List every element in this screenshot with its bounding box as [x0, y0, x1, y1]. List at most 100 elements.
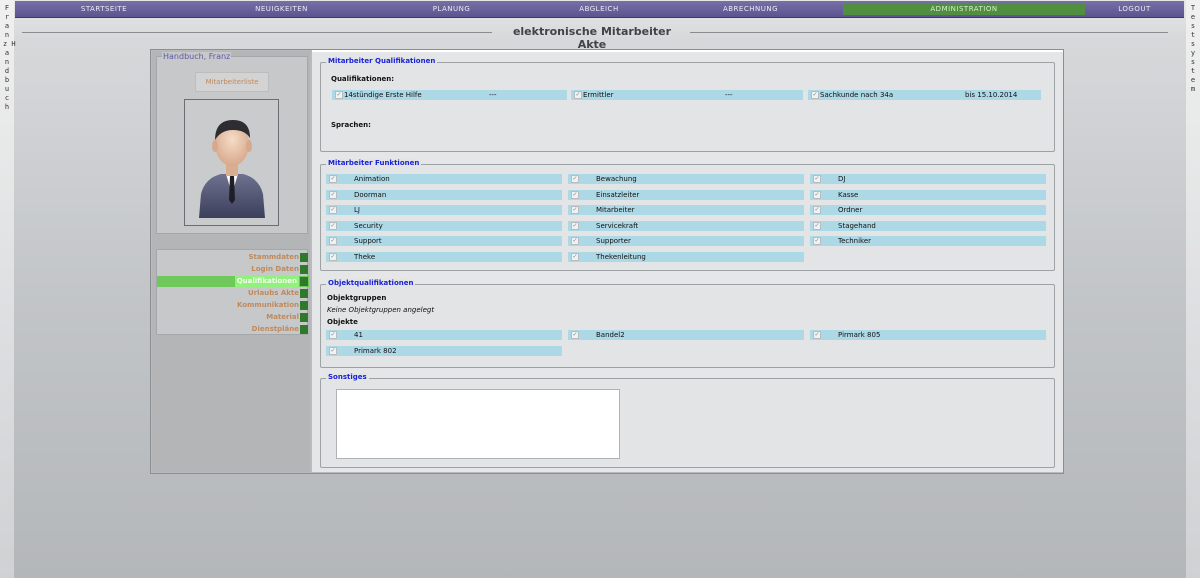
- function-item-label: Supporter: [596, 237, 631, 245]
- checkbox[interactable]: ✓: [329, 206, 337, 214]
- system-vertical-strip: Testsystem: [1186, 0, 1200, 578]
- checkbox[interactable]: ✓: [813, 237, 821, 245]
- function-item: ✓ Mitarbeiter: [568, 205, 804, 215]
- system-vertical-text: Testsystem: [1190, 4, 1196, 93]
- objects-legend: Objektqualifikationen: [326, 279, 416, 287]
- nav-item-startseite[interactable]: STARTSEITE: [15, 4, 193, 15]
- function-item: ✓ Animation: [326, 174, 562, 184]
- function-item-label: Kasse: [838, 190, 859, 199]
- checkbox[interactable]: ✓: [571, 190, 579, 199]
- checkbox[interactable]: ✓: [571, 331, 579, 339]
- function-item-label: Security: [354, 221, 383, 230]
- nav-item-abgleich[interactable]: ABGLEICH: [533, 4, 665, 15]
- checkbox[interactable]: ✓: [329, 221, 337, 230]
- checkbox[interactable]: ✓: [571, 252, 579, 261]
- checkbox[interactable]: ✓: [335, 91, 343, 99]
- nav-item-neuigkeiten[interactable]: NEUIGKEITEN: [193, 4, 370, 15]
- function-item: ✓ DJ: [810, 174, 1046, 184]
- menu-marker-icon: [300, 277, 308, 286]
- objects-label: Objekte: [327, 318, 358, 326]
- menu-item-qualifikationen[interactable]: Qualifikationen: [157, 276, 309, 287]
- qualification-name: 14stündige Erste Hilfe: [344, 91, 422, 99]
- function-item: ✓ Supporter: [568, 236, 804, 246]
- side-menu: Stammdaten Login Daten Qualifikationen U…: [156, 249, 309, 335]
- checkbox[interactable]: ✓: [813, 190, 821, 199]
- function-item: ✓ Bewachung: [568, 174, 804, 184]
- object-item: ✓ Bandel2: [568, 330, 804, 340]
- menu-item-stammdaten[interactable]: Stammdaten: [157, 252, 309, 263]
- checkbox[interactable]: ✓: [571, 237, 579, 245]
- checkbox[interactable]: ✓: [813, 206, 821, 214]
- person-avatar-icon: [199, 120, 265, 218]
- object-item-label: Primark 802: [354, 346, 397, 355]
- function-item-label: Einsatzleiter: [596, 190, 640, 199]
- qualification-value-cell: bis 15.10.2014: [963, 90, 1041, 100]
- checkbox[interactable]: ✓: [329, 237, 337, 245]
- function-item: ✓ Servicekraft: [568, 220, 804, 231]
- checkbox[interactable]: ✓: [813, 331, 821, 339]
- menu-item-label: Qualifikationen: [234, 276, 299, 287]
- qualifications-label: Qualifikationen:: [331, 75, 395, 83]
- employee-list-button[interactable]: Mitarbeiterliste: [195, 72, 269, 92]
- checkbox[interactable]: ✓: [329, 190, 337, 199]
- function-item: ✓ Theke: [326, 251, 562, 262]
- content-area: Mitarbeiter Qualifikationen Qualifikatio…: [312, 50, 1063, 472]
- qualification-value: ---: [725, 91, 733, 99]
- function-item-label: Thekenleitung: [596, 252, 646, 261]
- checkbox[interactable]: ✓: [329, 175, 337, 183]
- function-item-label: Bewachung: [596, 175, 637, 183]
- function-item: ✓ Einsatzleiter: [568, 189, 804, 200]
- checkbox[interactable]: ✓: [813, 175, 821, 183]
- menu-marker-icon: [300, 313, 308, 322]
- menu-item-label: Dienstpläne: [251, 325, 299, 333]
- function-item-label: Ordner: [838, 206, 863, 214]
- checkbox[interactable]: ✓: [329, 346, 337, 355]
- title-divider-right: [690, 32, 1168, 33]
- function-item-label: Doorman: [354, 190, 387, 199]
- menu-item-material[interactable]: Material: [157, 312, 309, 323]
- menu-item-kommunikation[interactable]: Kommunikation: [157, 300, 309, 311]
- object-item-label: 41: [354, 331, 363, 339]
- nav-item-administration[interactable]: ADMINISTRATION: [843, 3, 1085, 15]
- menu-item-label: Kommunikation: [237, 301, 299, 309]
- avatar: [184, 99, 279, 226]
- checkbox[interactable]: ✓: [811, 91, 819, 99]
- checkbox[interactable]: ✓: [329, 252, 337, 261]
- function-item-label: Animation: [354, 175, 390, 183]
- title-divider-left: [22, 32, 492, 33]
- nav-item-logout[interactable]: LOGOUT: [1085, 4, 1184, 15]
- menu-item-urlaubs-akte[interactable]: Urlaubs Akte: [157, 288, 309, 299]
- nav-item-abrechnung[interactable]: ABRECHNUNG: [665, 4, 836, 15]
- checkbox[interactable]: ✓: [574, 91, 582, 99]
- menu-item-dienstplaene[interactable]: Dienstpläne: [157, 324, 309, 335]
- top-navigation: STARTSEITE NEUIGKEITEN PLANUNG ABGLEICH …: [15, 1, 1184, 18]
- function-item-label: Mitarbeiter: [596, 206, 635, 214]
- menu-item-login-daten[interactable]: Login Daten: [157, 264, 309, 275]
- function-item: ✓ Security: [326, 220, 562, 231]
- checkbox[interactable]: ✓: [329, 331, 337, 339]
- menu-marker-icon: [300, 265, 308, 274]
- functions-legend: Mitarbeiter Funktionen: [326, 159, 422, 167]
- menu-marker-icon: [300, 301, 308, 310]
- misc-textarea[interactable]: [336, 389, 620, 459]
- menu-marker-icon: [300, 253, 308, 262]
- function-item: ✓ Stagehand: [810, 220, 1046, 231]
- object-item: ✓ 41: [326, 330, 562, 340]
- qualification-name: Ermittler: [583, 91, 614, 99]
- checkbox[interactable]: ✓: [571, 175, 579, 183]
- qualifications-legend: Mitarbeiter Qualifikationen: [326, 57, 438, 65]
- languages-label: Sprachen:: [331, 121, 371, 129]
- function-item: ✓ Doorman: [326, 189, 562, 200]
- nav-item-planung[interactable]: PLANUNG: [370, 4, 533, 15]
- checkbox[interactable]: ✓: [813, 221, 821, 230]
- function-item-label: Servicekraft: [596, 221, 639, 230]
- object-item-label: Pirmark 805: [838, 331, 881, 339]
- qualification-value-cell: ---: [487, 90, 567, 100]
- function-item-label: Support: [354, 237, 382, 245]
- menu-marker-icon: [300, 325, 308, 334]
- menu-item-label: Stammdaten: [248, 253, 299, 261]
- object-item: ✓ Primark 802: [326, 345, 562, 356]
- checkbox[interactable]: ✓: [571, 206, 579, 214]
- checkbox[interactable]: ✓: [571, 221, 579, 230]
- objects-section: Objektqualifikationen Objektgruppen Kein…: [320, 279, 1055, 368]
